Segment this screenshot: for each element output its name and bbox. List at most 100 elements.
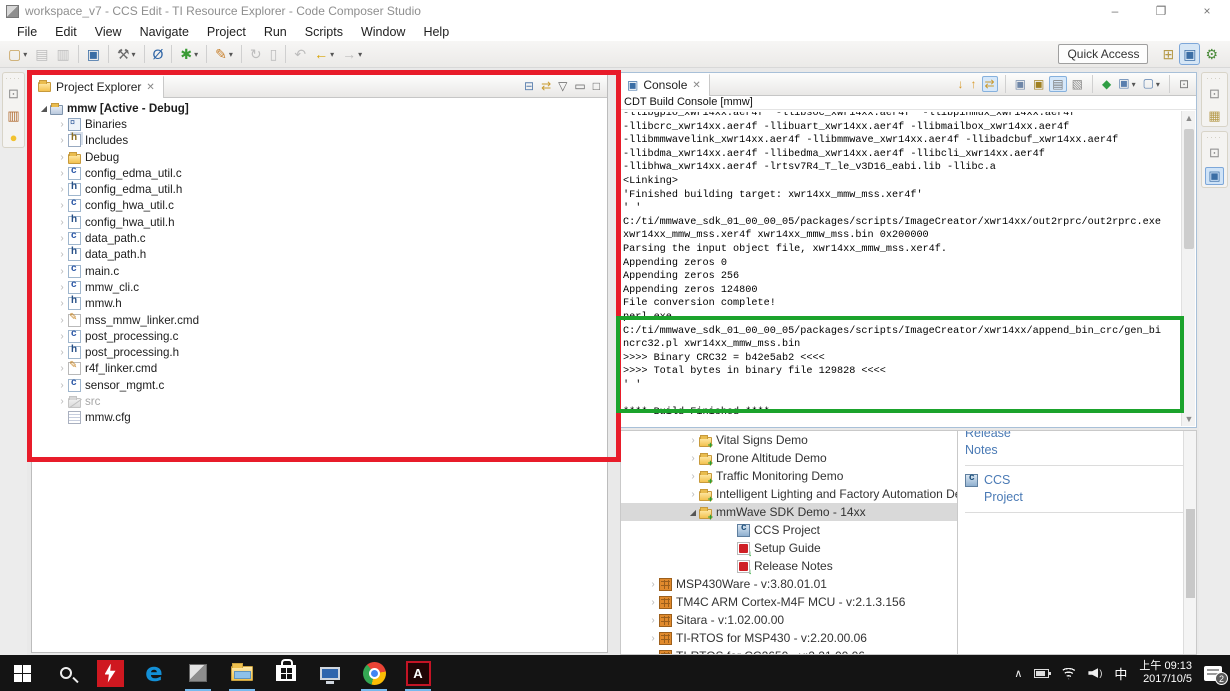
expand-arrow-icon[interactable]: › xyxy=(56,152,68,163)
clock[interactable]: 上午 09:13 2017/10/5 xyxy=(1139,660,1192,686)
scroll-down-arrow[interactable]: ▼ xyxy=(1182,412,1196,426)
tree-item-mmw-h[interactable]: › mmw.h xyxy=(32,295,607,312)
expand-arrow-icon[interactable]: › xyxy=(56,282,68,293)
tree-item-sensor-mgmt-c[interactable]: › sensor_mgmt.c xyxy=(32,377,607,393)
search-button[interactable] xyxy=(44,655,88,691)
scroll-down-icon[interactable]: ↓ xyxy=(956,77,966,91)
dropdown-arrow-icon[interactable]: ▾ xyxy=(132,50,136,59)
expand-arrow-icon[interactable]: › xyxy=(56,184,68,195)
link-ccs-project[interactable]: CCS Project xyxy=(984,472,1044,506)
expand-arrow-icon[interactable]: › xyxy=(56,331,68,342)
close-button[interactable]: × xyxy=(1184,0,1230,22)
expand-arrow-icon[interactable]: › xyxy=(56,315,68,326)
console-icon[interactable]: ▣ xyxy=(1205,167,1224,185)
collapse-all-icon[interactable]: ⊟ xyxy=(522,79,536,93)
start-button[interactable] xyxy=(0,655,44,691)
menu-run[interactable]: Run xyxy=(255,25,296,39)
close-tab-icon[interactable]: ✕ xyxy=(692,80,700,91)
tree-item-ti-rtos-for-msp430-v-2-20-00-06[interactable]: › TI-RTOS for MSP430 - v:2.20.00.06 xyxy=(621,629,957,647)
tray-chevron-icon[interactable]: ∧ xyxy=(1014,667,1022,680)
menu-help[interactable]: Help xyxy=(414,25,458,39)
restore-pane-icon[interactable]: ⊡ xyxy=(1209,145,1220,161)
expand-arrow-icon[interactable]: › xyxy=(56,135,68,146)
tree-item-config-edma-util-h[interactable]: › config_edma_util.h xyxy=(32,181,607,197)
dropdown-arrow-icon[interactable]: ▾ xyxy=(330,50,334,59)
restore-pane-icon[interactable]: ⊡ xyxy=(1209,86,1220,102)
expand-arrow-icon[interactable]: › xyxy=(687,471,699,482)
quick-access-button[interactable]: Quick Access xyxy=(1058,44,1149,64)
menu-view[interactable]: View xyxy=(86,25,131,39)
new-target-icon[interactable]: ✱ ▾ xyxy=(177,44,201,64)
expand-arrow-icon[interactable]: › xyxy=(647,633,659,644)
new-icon[interactable]: ▢ ▾ xyxy=(5,44,30,64)
expand-arrow-icon[interactable]: › xyxy=(687,435,699,446)
open-perspective-icon[interactable]: ⊞ xyxy=(1159,44,1177,64)
expand-arrow-icon[interactable]: › xyxy=(56,347,68,358)
menu-project[interactable]: Project xyxy=(198,25,255,39)
tree-item-tm4c-arm-cortex-m4f-mcu-v-2-1-3-156[interactable]: › TM4C ARM Cortex-M4F MCU - v:2.1.3.156 xyxy=(621,593,957,611)
acrobat-app[interactable]: A xyxy=(396,655,440,691)
show-stderr-icon[interactable]: ▣ xyxy=(1031,77,1046,91)
expand-arrow-icon[interactable]: › xyxy=(56,298,68,309)
dropdown-arrow-icon[interactable]: ▾ xyxy=(229,50,233,59)
tree-item-post-processing-h[interactable]: › post_processing.h xyxy=(32,344,607,360)
tree-item-config-hwa-util-h[interactable]: › config_hwa_util.h xyxy=(32,214,607,230)
dropdown-arrow-icon[interactable]: ▾ xyxy=(1132,80,1136,89)
display-console-icon[interactable]: ▣ ▾ xyxy=(1116,76,1137,92)
ccs-app[interactable] xyxy=(176,655,220,691)
collapse-arrow-icon[interactable]: ◢ xyxy=(38,104,50,113)
pin-console-icon[interactable]: ◆ xyxy=(1100,77,1113,91)
tree-item-data-path-h[interactable]: › data_path.h xyxy=(32,246,607,263)
expand-arrow-icon[interactable]: › xyxy=(687,453,699,464)
dropdown-arrow-icon[interactable]: ▾ xyxy=(358,50,362,59)
expand-arrow-icon[interactable]: › xyxy=(56,233,68,244)
expand-arrow-icon[interactable]: › xyxy=(56,119,68,130)
menu-scripts[interactable]: Scripts xyxy=(296,25,352,39)
tree-item-mmw-cli-c[interactable]: › mmw_cli.c xyxy=(32,279,607,295)
lightbulb-icon[interactable]: ● xyxy=(10,130,18,145)
menu-file[interactable]: File xyxy=(8,25,46,39)
tree-item-src[interactable]: › src xyxy=(32,393,607,409)
tab-console[interactable]: ▣ Console ✕ xyxy=(621,72,710,96)
tree-item-mmw-cfg[interactable]: mmw.cfg xyxy=(32,410,607,426)
resource-scrollbar[interactable] xyxy=(1183,431,1196,654)
store-app[interactable] xyxy=(264,655,308,691)
battery-icon[interactable] xyxy=(1034,668,1052,678)
tree-item-setup-guide[interactable]: Setup Guide xyxy=(621,539,957,558)
suspend-icon[interactable]: ▯ xyxy=(267,44,281,64)
tree-item-mmw-active-debug[interactable]: ◢ mmw [Active - Debug] xyxy=(32,100,607,116)
file-explorer-app[interactable] xyxy=(220,655,264,691)
tree-item-traffic-monitoring-demo[interactable]: › Traffic Monitoring Demo xyxy=(621,467,957,486)
tree-item-ti-rtos-for-cc2650-v-2-21-00-06[interactable]: › TI-RTOS for CC2650 - v:2.21.00.06 xyxy=(621,647,957,654)
tree-item-release-notes[interactable]: Release Notes xyxy=(621,557,957,576)
minimize-button[interactable]: – xyxy=(1092,0,1138,22)
tree-item-drone-altitude-demo[interactable]: › Drone Altitude Demo xyxy=(621,449,957,468)
tree-item-mmwave-sdk-demo-14xx[interactable]: ◢ mmWave SDK Demo - 14xx xyxy=(621,503,957,522)
ime-indicator[interactable]: 中 xyxy=(1114,664,1127,683)
problems-icon[interactable]: ▦ xyxy=(1208,108,1220,124)
view-menu-icon[interactable]: ▽ xyxy=(556,79,569,93)
expand-arrow-icon[interactable]: › xyxy=(647,579,659,590)
expand-arrow-icon[interactable]: › xyxy=(56,200,68,211)
sync-icon[interactable]: ↻ xyxy=(247,44,265,64)
edge-app[interactable]: e xyxy=(132,655,176,691)
tree-item-data-path-c[interactable]: › data_path.c xyxy=(32,230,607,246)
tab-project-explorer[interactable]: Project Explorer ✕ xyxy=(32,74,164,98)
tree-item-msp430ware-v-3-80-01-01[interactable]: › MSP430Ware - v:3.80.01.01 xyxy=(621,575,957,593)
show-stdout-icon[interactable]: ▣ xyxy=(1013,77,1028,91)
debug-console-icon[interactable]: ▣ xyxy=(84,44,103,64)
expand-arrow-icon[interactable]: › xyxy=(56,396,68,407)
tree-item-intelligent-lighting-and-factory-automation-de[interactable]: › Intelligent Lighting and Factory Automa… xyxy=(621,485,957,504)
volume-icon[interactable]: ) xyxy=(1088,668,1102,678)
menu-navigate[interactable]: Navigate xyxy=(131,25,198,39)
uniflash-app[interactable] xyxy=(88,655,132,691)
link-with-editor-icon[interactable]: ⇄ xyxy=(539,79,553,93)
minimize-icon[interactable]: ▭ xyxy=(572,79,587,93)
forward-icon[interactable]: → ▾ xyxy=(339,44,365,64)
link-release-notes[interactable]: Release Notes xyxy=(965,431,1025,459)
dropdown-arrow-icon[interactable]: ▾ xyxy=(1156,80,1160,89)
tree-item-main-c[interactable]: › main.c xyxy=(32,263,607,279)
scroll-lock-icon[interactable]: ▤ xyxy=(1049,76,1067,92)
expand-arrow-icon[interactable]: › xyxy=(56,168,68,179)
tree-item-vital-signs-demo[interactable]: › Vital Signs Demo xyxy=(621,431,957,450)
